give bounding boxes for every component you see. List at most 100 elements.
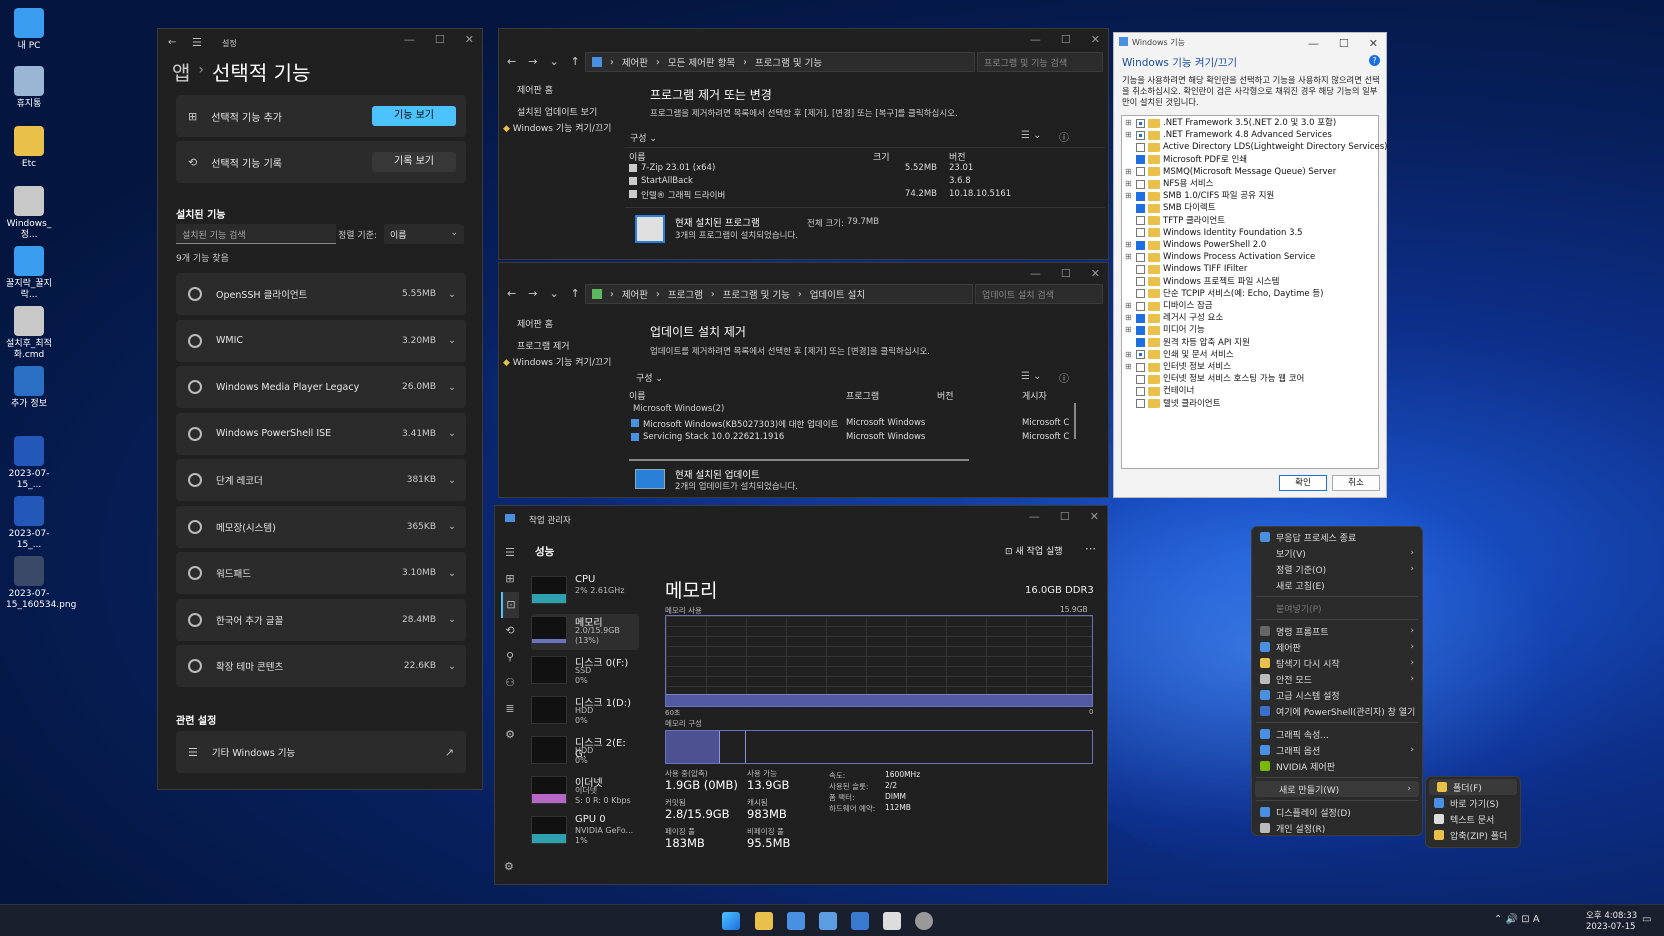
feature-checkbox[interactable] [1136, 362, 1145, 372]
context-menu-item[interactable]: 안전 모드 › [1252, 671, 1422, 687]
resource-item[interactable]: GPU 0 NVIDIA GeFo... 1% [531, 814, 639, 850]
column-header-size[interactable]: 크기 [873, 150, 890, 163]
desktop-icon[interactable]: 2023-07-15_... [6, 496, 52, 551]
feature-tree-item[interactable]: ⊞ 미디어 기능 [1125, 324, 1387, 336]
feature-row[interactable]: 확장 테마 콘텐츠 22.6KB ⌄ [176, 645, 466, 687]
new-task-button[interactable]: ⊡ 새 작업 실행 [1005, 544, 1063, 557]
window-controls[interactable]: — ☐ ✕ [1029, 510, 1099, 523]
help-icon[interactable]: ? [1369, 55, 1380, 66]
feature-checkbox[interactable] [1136, 277, 1145, 287]
feature-tree-item[interactable]: TFTP 클라이언트 [1125, 215, 1387, 227]
up-icon[interactable]: ↑ [571, 55, 580, 68]
other-windows-features-link[interactable]: ☰ 기타 Windows 기능 ↗ [176, 731, 466, 773]
feature-tree-item[interactable]: 단순 TCPIP 서비스(예: Echo, Daytime 등) [1125, 288, 1387, 300]
startup-icon[interactable]: ⚲ [501, 644, 519, 670]
feature-checkbox[interactable] [1136, 326, 1145, 336]
context-menu-item[interactable]: NVIDIA 제어판 [1252, 758, 1422, 774]
chevron-down-icon[interactable]: ⌄ [448, 335, 456, 346]
users-icon[interactable]: ⚇ [501, 670, 519, 696]
desktop-icon[interactable]: 추가 정보 [6, 366, 52, 410]
close-icon[interactable]: ✕ [1091, 267, 1100, 280]
resource-item[interactable]: 이더넷 이더넷 S: 0 R: 0 Kbps [531, 774, 639, 810]
address-bar[interactable]: › 제어판 › 프로그램 › 프로그램 및 기능 › 업데이트 설치 [585, 284, 973, 304]
feature-tree-item[interactable]: 텔넷 클라이언트 [1125, 398, 1387, 410]
chevron-down-icon[interactable]: ⌄ [448, 289, 456, 300]
feature-checkbox[interactable] [1136, 179, 1145, 189]
feature-row[interactable]: 한국어 추가 글꼴 28.4MB ⌄ [176, 598, 466, 641]
notification-icon[interactable]: ▭ [1642, 914, 1651, 925]
menu-icon[interactable]: ☰ [192, 36, 202, 49]
feature-row[interactable]: 워드패드 3.10MB ⌄ [176, 552, 466, 594]
column-header-publisher[interactable]: 게시자 [1022, 389, 1047, 402]
services-icon[interactable]: ⚙ [501, 722, 519, 748]
column-header-version[interactable]: 버전 [949, 150, 966, 163]
desktop-icon[interactable]: Windows_정... [6, 186, 52, 241]
task-manager-icon[interactable] [851, 912, 869, 930]
help-icon[interactable]: ⓘ [1059, 370, 1069, 385]
tray-icons[interactable]: ⌃ 🔊 ⊡ A [1494, 914, 1540, 925]
submenu-item[interactable]: 폴더(F) [1429, 779, 1517, 795]
feature-tree-item[interactable]: ⊞ Windows PowerShell 2.0 [1125, 239, 1387, 251]
close-icon[interactable]: ✕ [1091, 33, 1100, 46]
feature-checkbox[interactable] [1136, 240, 1145, 250]
expand-icon[interactable]: ⊞ [1125, 129, 1133, 141]
feature-checkbox[interactable] [1136, 350, 1145, 360]
window-controls[interactable]: — ☐ ✕ [1030, 33, 1100, 46]
submenu-item[interactable]: 압축(ZIP) 폴더 [1426, 827, 1520, 843]
minimize-icon[interactable]: — [1029, 510, 1040, 523]
close-icon[interactable]: ✕ [1369, 37, 1378, 50]
feature-tree-item[interactable]: ⊞ .NET Framework 3.5(.NET 2.0 및 3.0 포함) [1125, 117, 1387, 129]
feature-tree-item[interactable]: Microsoft PDF로 인쇄 [1125, 154, 1387, 166]
program-name[interactable]: StartAllBack [641, 176, 693, 186]
feature-tree-item[interactable]: ⊞ NFS용 서비스 [1125, 178, 1387, 190]
column-header-program[interactable]: 프로그램 [846, 389, 879, 402]
search-input[interactable]: 설치된 기능 검색 [176, 224, 336, 244]
notepad-icon[interactable] [883, 912, 901, 930]
view-history-button[interactable]: 기록 보기 [372, 152, 456, 172]
control-panel-icon[interactable] [819, 912, 837, 930]
feature-row[interactable]: OpenSSH 클라이언트 5.55MB ⌄ [176, 273, 466, 315]
chevron-down-icon[interactable]: ⌄ [448, 382, 456, 393]
feature-row[interactable]: 메모장(시스템) 365KB ⌄ [176, 505, 466, 548]
organize-button[interactable]: 구성 ⌄ [636, 371, 663, 384]
cancel-button[interactable]: 취소 [1332, 475, 1380, 491]
expand-icon[interactable]: ⊞ [1125, 312, 1133, 324]
context-menu-item[interactable]: 명령 프롬프트 › [1252, 623, 1422, 639]
nav-remove-program[interactable]: 프로그램 제거 [517, 339, 625, 355]
programs-window-icon[interactable] [787, 912, 805, 930]
context-menu-item[interactable]: 탐색기 다시 시작 › [1252, 655, 1422, 671]
feature-tree-item[interactable]: 컨테이너 [1125, 385, 1387, 397]
update-name[interactable]: Microsoft Windows(KB5027303)에 대한 업데이트 [643, 418, 838, 430]
expand-icon[interactable]: ⊞ [1125, 166, 1133, 178]
addr-seg[interactable]: 제어판 [622, 55, 648, 69]
minimize-icon[interactable]: — [404, 33, 415, 46]
feature-tree-item[interactable]: ⊞ Windows Process Activation Service [1125, 251, 1387, 263]
back-icon[interactable]: ← [168, 37, 176, 48]
addr-seg[interactable]: 프로그램 [668, 287, 703, 301]
feature-tree-item[interactable]: 원격 차등 압축 API 지원 [1125, 337, 1387, 349]
feature-row[interactable]: Windows PowerShell ISE 3.41MB ⌄ [176, 412, 466, 455]
expand-icon[interactable]: ⊞ [1125, 178, 1133, 190]
feature-row[interactable]: WMIC 3.20MB ⌄ [176, 319, 466, 362]
desktop-icon[interactable]: 설치후_최적화.cmd [6, 306, 52, 361]
expand-icon[interactable]: ⊞ [1125, 349, 1133, 361]
start-icon[interactable] [722, 912, 740, 930]
history-chevron-icon[interactable]: ⌄ [549, 287, 558, 300]
chevron-down-icon[interactable]: ⌄ [448, 568, 456, 579]
nav-control-panel-home[interactable]: 제어판 홈 [517, 317, 625, 333]
view-features-button[interactable]: 기능 보기 [372, 106, 456, 126]
expand-icon[interactable]: ⊞ [1125, 117, 1133, 129]
addr-seg[interactable]: 프로그램 및 기능 [723, 287, 790, 301]
program-name[interactable]: 인텔® 그래픽 드라이버 [641, 189, 725, 201]
context-menu-item[interactable]: 새로 고침(E) [1252, 577, 1422, 593]
expand-icon[interactable]: ⊞ [1125, 251, 1133, 263]
up-icon[interactable]: ↑ [571, 287, 580, 300]
submenu-item[interactable]: 바로 가기(S) [1426, 795, 1520, 811]
feature-checkbox[interactable] [1136, 191, 1145, 201]
feature-tree-item[interactable]: ⊞ 디바이스 잠금 [1125, 300, 1387, 312]
feature-checkbox[interactable] [1136, 118, 1145, 128]
nav-installed-updates[interactable]: 설치된 업데이트 보기 [517, 105, 625, 121]
feature-tree-item[interactable]: ⊞ 레거시 구성 요소 [1125, 312, 1387, 324]
organize-button[interactable]: 구성 ⌄ [630, 131, 657, 144]
feature-tree-item[interactable]: ⊞ SMB 1.0/CIFS 파일 공유 지원 [1125, 190, 1387, 202]
